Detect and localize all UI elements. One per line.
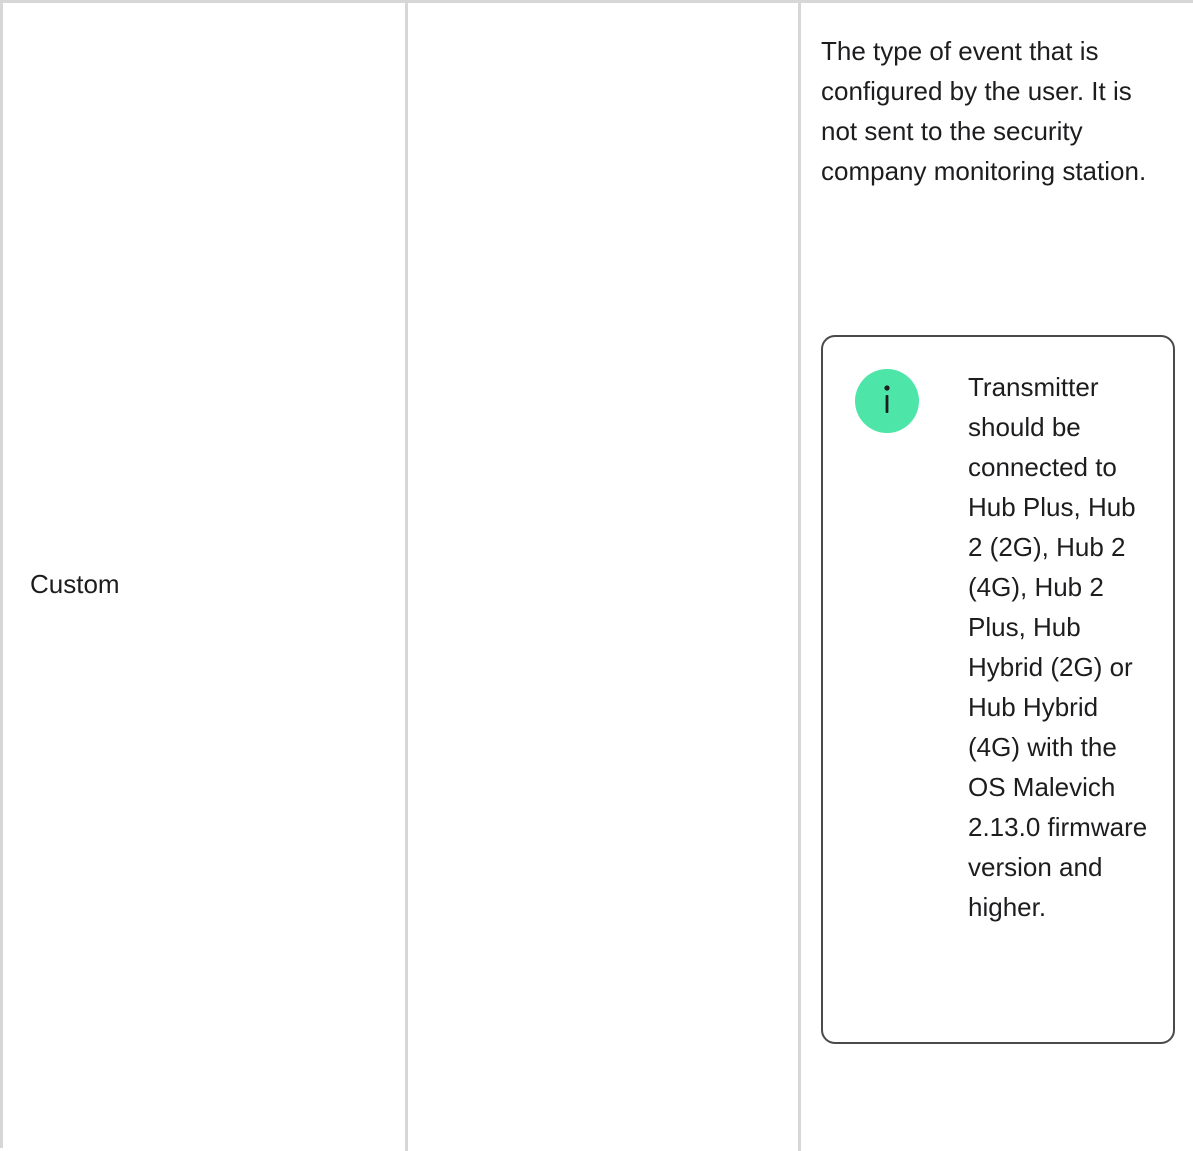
note-text: Transmitter should be connected to Hub P… xyxy=(968,372,1148,922)
info-icon xyxy=(855,369,919,433)
event-type-label: Custom xyxy=(30,569,120,599)
info-note: Transmitter should be connected to Hub P… xyxy=(821,335,1175,1044)
description-cell: The type of event that is configured by … xyxy=(801,3,1193,1151)
empty-cell xyxy=(408,3,801,1151)
events-table: Custom The type of event that is configu… xyxy=(0,0,1193,1151)
event-type-cell: Custom xyxy=(3,3,408,1151)
event-description: The type of event that is configured by … xyxy=(821,36,1147,186)
